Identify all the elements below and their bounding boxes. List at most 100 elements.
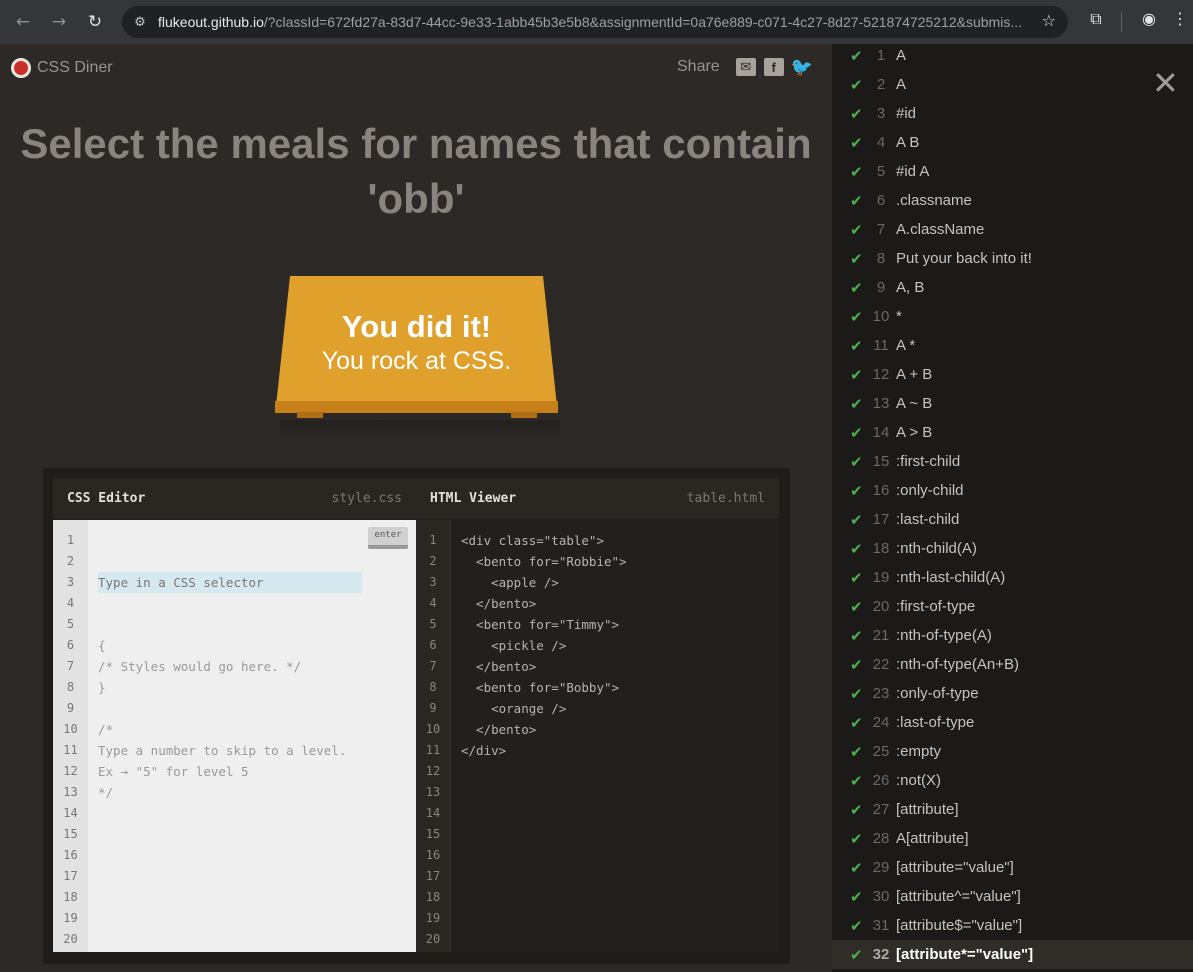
checkmark-icon: ✔: [850, 510, 863, 529]
line-number: 18: [425, 890, 441, 904]
table-shadow: [280, 420, 560, 444]
checkmark-icon: ✔: [850, 394, 863, 413]
level-item[interactable]: ✔ 5 #id A: [832, 157, 1193, 186]
level-item[interactable]: ✔ 23:only-of-type: [832, 679, 1193, 708]
level-item[interactable]: ✔ 25:empty: [832, 737, 1193, 766]
level-item[interactable]: ✔ 7 A.className: [832, 215, 1193, 244]
level-item[interactable]: ✔ 19:nth-last-child(A): [832, 563, 1193, 592]
level-name: :first-of-type: [896, 598, 976, 615]
level-item[interactable]: ✔ 14 A > B: [832, 418, 1193, 447]
app-logo[interactable]: CSS Diner: [11, 58, 113, 78]
css-code-line: Ex → "5" for level 5: [98, 764, 249, 779]
reload-icon[interactable]: ↻: [80, 7, 110, 37]
css-editor-title: CSS Editor: [67, 491, 146, 506]
checkmark-icon: ✔: [850, 162, 863, 181]
css-selector-input[interactable]: [98, 572, 362, 593]
level-number: 17: [872, 511, 890, 528]
level-name: [attribute]: [896, 801, 959, 818]
level-name: Put your back into it!: [896, 250, 1032, 267]
level-item[interactable]: ✔ 13 A ~ B: [832, 389, 1193, 418]
level-name: .classname: [896, 192, 972, 209]
level-item[interactable]: ✔ 29 [attribute="value"]: [832, 853, 1193, 882]
level-item[interactable]: ✔ 20:first-of-type: [832, 592, 1193, 621]
level-number: 6: [876, 192, 886, 209]
back-arrow-icon[interactable]: ←: [8, 7, 38, 37]
level-item[interactable]: ✔ 31 [attribute$="value"]: [832, 911, 1193, 940]
level-item[interactable]: ✔ 9 A, B: [832, 273, 1193, 302]
level-item[interactable]: ✔ 26:not(X): [832, 766, 1193, 795]
level-item[interactable]: ✔ 32 [attribute*="value"]: [832, 940, 1193, 969]
level-item[interactable]: ✔ 10 *: [832, 302, 1193, 331]
level-item[interactable]: ✔ 1 A: [832, 44, 1193, 70]
checkmark-icon: ✔: [850, 626, 863, 645]
level-name: :nth-child(A): [896, 540, 977, 557]
line-number: 15: [425, 827, 441, 841]
address-bar[interactable]: ⚙ flukeout.github.io/?classId=672fd27a-8…: [122, 6, 1068, 38]
checkmark-icon: ✔: [850, 365, 863, 384]
profile-icon[interactable]: ◉: [1137, 9, 1161, 33]
level-item[interactable]: ✔ 24:last-of-type: [832, 708, 1193, 737]
checkmark-icon: ✔: [850, 829, 863, 848]
checkmark-icon: ✔: [850, 684, 863, 703]
line-number: 7: [429, 659, 437, 673]
url-text[interactable]: flukeout.github.io/?classId=672fd27a-83d…: [158, 14, 1028, 30]
line-number: 20: [425, 932, 441, 946]
level-name: [attribute*="value"]: [896, 946, 1034, 963]
level-number: 3: [876, 105, 886, 122]
extensions-icon[interactable]: ⧉: [1084, 9, 1108, 33]
url-path: /?classId=672fd27a-83d7-44cc-9e33-1abb45…: [263, 14, 1022, 30]
level-number: 5: [876, 163, 886, 180]
level-item[interactable]: ✔ 30 [attribute^="value"]: [832, 882, 1193, 911]
line-number: 14: [425, 806, 441, 820]
level-name: A ~ B: [896, 395, 933, 412]
checkmark-icon: ✔: [850, 75, 863, 94]
level-item[interactable]: ✔ 22:nth-of-type(An+B): [832, 650, 1193, 679]
level-item[interactable]: ✔ 2 A: [832, 70, 1193, 99]
facebook-icon[interactable]: f: [763, 58, 784, 76]
checkmark-icon: ✔: [850, 481, 863, 500]
level-item[interactable]: ✔ 21:nth-of-type(A): [832, 621, 1193, 650]
css-code-line: /*: [98, 722, 114, 737]
level-item[interactable]: ✔ 6 .classname: [832, 186, 1193, 215]
level-item[interactable]: ✔ 8 Put your back into it!: [832, 244, 1193, 273]
level-item[interactable]: ✔ 4 A B: [832, 128, 1193, 157]
line-number: 10: [425, 722, 441, 736]
enter-button[interactable]: enter: [368, 527, 408, 549]
level-item[interactable]: ✔ 3 #id: [832, 99, 1193, 128]
checkmark-icon: ✔: [850, 191, 863, 210]
level-name: A > B: [896, 424, 933, 441]
site-info-icon[interactable]: ⚙: [130, 12, 150, 32]
level-item[interactable]: ✔ 12 A + B: [832, 360, 1193, 389]
close-icon[interactable]: ✕: [1152, 67, 1179, 99]
line-number: 19: [63, 911, 78, 925]
checkmark-icon: ✔: [850, 597, 863, 616]
level-number: 29: [872, 859, 890, 876]
line-number: 17: [425, 869, 441, 883]
css-editor-filename: style.css: [331, 491, 402, 506]
level-item[interactable]: ✔ 11 A *: [832, 331, 1193, 360]
level-item[interactable]: ✔ 17:last-child: [832, 505, 1193, 534]
level-number: 1: [876, 47, 886, 64]
level-number: 15: [872, 453, 890, 470]
checkmark-icon: ✔: [850, 713, 863, 732]
level-name: :nth-of-type(A): [896, 627, 992, 644]
menu-icon[interactable]: ⋮: [1172, 9, 1188, 33]
table-leg-left: [297, 412, 323, 418]
level-name: :nth-of-type(An+B): [896, 656, 1019, 673]
level-item[interactable]: ✔ 28 A[attribute]: [832, 824, 1193, 853]
twitter-icon[interactable]: 🐦: [791, 57, 813, 77]
checkmark-icon: ✔: [850, 916, 863, 935]
level-item[interactable]: ✔ 18:nth-child(A): [832, 534, 1193, 563]
html-code[interactable]: <div class="table"> <bento for="Robbie">…: [451, 520, 779, 952]
forward-arrow-icon[interactable]: →: [44, 7, 74, 37]
level-item[interactable]: ✔ 16:only-child: [832, 476, 1193, 505]
line-number: 3: [429, 575, 437, 589]
level-item[interactable]: ✔ 15:first-child: [832, 447, 1193, 476]
checkmark-icon: ✔: [850, 307, 863, 326]
level-item[interactable]: ✔ 27 [attribute]: [832, 795, 1193, 824]
browser-toolbar: ← → ↻ ⚙ flukeout.github.io/?classId=672f…: [0, 0, 1193, 44]
bookmark-star-icon[interactable]: ☆: [1042, 11, 1056, 30]
css-code-line: }: [98, 680, 106, 695]
line-number: 17: [63, 869, 78, 883]
mail-icon[interactable]: ✉: [735, 58, 756, 76]
